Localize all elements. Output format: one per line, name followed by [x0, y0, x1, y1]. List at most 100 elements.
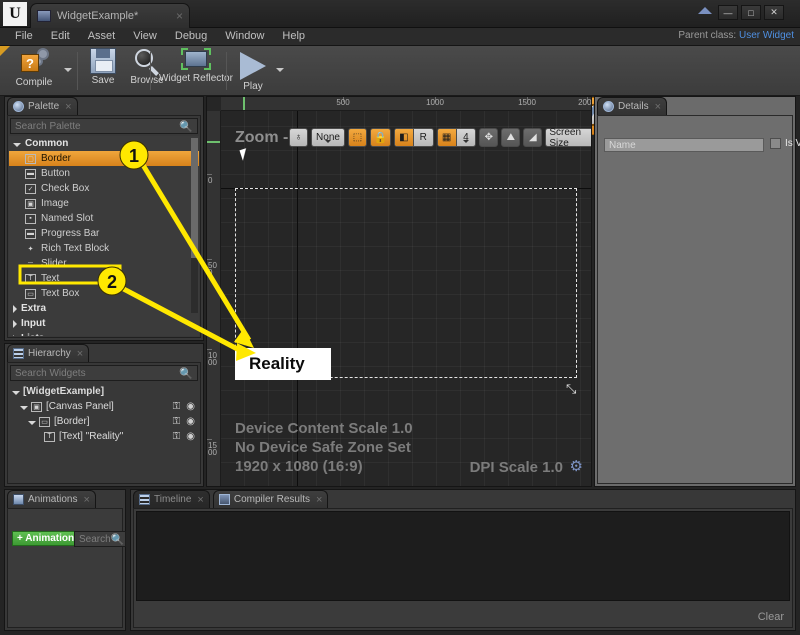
palette-item-rich-text-block[interactable]: ✦ Rich Text Block — [9, 241, 199, 256]
widget-blueprint-icon — [37, 10, 51, 22]
visibility-eye-icon[interactable]: ◉ — [186, 431, 195, 442]
play-icon — [240, 52, 266, 80]
close-window-button[interactable]: ✕ — [764, 5, 784, 20]
ruler-label: 1500 — [518, 98, 536, 107]
chevron-right-icon — [13, 305, 17, 313]
tree-item-text-reality[interactable]: T [Text] "Reality" ⚿ ◉ — [10, 429, 198, 444]
menu-item-file[interactable]: File — [6, 28, 42, 45]
tree-item-label: [Text] "Reality" — [59, 431, 123, 442]
chevron-down-icon — [28, 421, 36, 425]
menu-item-help[interactable]: Help — [273, 28, 314, 45]
localization-group[interactable]: ◧ R — [394, 128, 434, 147]
palette-item-border[interactable]: ▢ Border — [9, 151, 199, 166]
visibility-eye-icon[interactable]: ◉ — [186, 416, 195, 427]
chevron-down-icon — [12, 391, 20, 395]
close-icon[interactable]: × — [176, 9, 183, 23]
menu-item-view[interactable]: View — [124, 28, 166, 45]
lock-icon[interactable]: 🔒 — [370, 128, 391, 147]
is-variable-row[interactable]: Is Varia — [770, 138, 800, 149]
search-widgets-input[interactable]: Search Widgets 🔍 — [10, 365, 198, 381]
tab-hierarchy[interactable]: Hierarchy × — [7, 344, 89, 362]
hierarchy-body: Search Widgets 🔍 [WidgetExample] ▣ [Canv… — [7, 362, 201, 484]
add-animation-button[interactable]: + Animation — [12, 531, 79, 546]
palette-item-progress-bar[interactable]: ▬ Progress Bar — [9, 226, 199, 241]
palette-list[interactable]: Common ▢ Border ▬ Button ✓ Check Box ▣ I… — [9, 136, 199, 336]
screen-size-dropdown[interactable]: Screen Size — [545, 128, 591, 147]
tab-compiler-results[interactable]: Compiler Results × — [213, 490, 329, 508]
close-icon[interactable]: × — [316, 494, 322, 506]
play-button[interactable]: Play — [232, 52, 274, 98]
is-variable-checkbox[interactable] — [770, 138, 781, 149]
text-icon: T — [25, 274, 36, 284]
image-icon[interactable]: ⛰ — [501, 128, 520, 147]
palette-group-lists[interactable]: Lists — [9, 331, 199, 336]
localization-toggle[interactable]: ◧ — [395, 129, 414, 146]
lock-icon[interactable]: ⚿ — [173, 431, 181, 442]
widget-name-input[interactable]: Name — [604, 138, 764, 152]
rtl-toggle[interactable]: R — [414, 129, 433, 146]
compile-button[interactable]: ? Compile — [6, 48, 62, 94]
palette-item-check-box[interactable]: ✓ Check Box — [9, 181, 199, 196]
visibility-eye-icon[interactable]: ◉ — [186, 401, 195, 412]
designer-viewport[interactable]: 500 1000 1500 2000 0 500 1000 1500 ⤡ Rea… — [206, 96, 592, 487]
tree-item-border[interactable]: ▭ [Border] ⚿ ◉ — [10, 414, 198, 429]
canvas-resize-handle[interactable]: ⤡ — [566, 381, 576, 397]
grid-size-value[interactable]: 4 — [457, 129, 476, 146]
close-icon[interactable]: × — [77, 348, 83, 360]
ruler-vertical: 0 500 1000 1500 — [207, 111, 221, 486]
text-widget-reality[interactable]: Reality — [235, 348, 331, 380]
tab-animations[interactable]: Animations × — [7, 490, 96, 508]
lock-icon[interactable]: ⚿ — [173, 401, 181, 412]
menu-item-edit[interactable]: Edit — [42, 28, 79, 45]
maximize-button[interactable]: □ — [741, 5, 761, 20]
palette-group-extra[interactable]: Extra — [9, 301, 199, 316]
close-icon[interactable]: × — [65, 101, 71, 113]
chevron-down-icon — [20, 406, 28, 410]
palette-item-text[interactable]: T Text — [9, 271, 199, 286]
safe-zone-label: No Device Safe Zone Set — [235, 438, 413, 457]
design-canvas[interactable]: ⤡ Reality Zoom -7 ♁ None ⬚ 🔒 ◧ R ▦ 4 — [221, 111, 591, 486]
widget-reflector-icon — [181, 48, 211, 72]
tab-palette[interactable]: Palette × — [7, 97, 78, 115]
play-options-chevron-down-icon[interactable] — [276, 68, 284, 76]
mirror-icon[interactable]: ◢ — [523, 128, 542, 147]
minimize-button[interactable]: — — [718, 5, 738, 20]
search-animations-input[interactable]: Search 🔍 — [74, 531, 126, 547]
palette-group-common[interactable]: Common — [9, 136, 199, 151]
palette-item-button[interactable]: ▬ Button — [9, 166, 199, 181]
details-tab-label: Details — [618, 101, 649, 112]
globe-icon[interactable]: ♁ — [289, 128, 308, 147]
compile-options-chevron-down-icon[interactable] — [64, 68, 72, 76]
compiler-log-area[interactable] — [136, 511, 790, 601]
save-button[interactable]: Save — [82, 48, 124, 94]
grid-group[interactable]: ▦ 4 — [437, 128, 477, 147]
palette-item-text-box[interactable]: ▭ Text Box — [9, 286, 199, 301]
tree-item-widgetexample[interactable]: [WidgetExample] — [10, 384, 198, 399]
search-palette-input[interactable]: Search Palette 🔍 — [10, 118, 198, 134]
close-icon[interactable]: × — [197, 494, 203, 506]
dashed-outline-toggle[interactable]: ⬚ — [348, 128, 367, 147]
clear-button[interactable]: Clear — [758, 611, 784, 623]
palette-item-slider[interactable]: ─ Slider — [9, 256, 199, 271]
menu-item-debug[interactable]: Debug — [166, 28, 216, 45]
close-icon[interactable]: × — [83, 494, 89, 506]
menu-item-window[interactable]: Window — [216, 28, 273, 45]
asset-tab-widgetexample[interactable]: WidgetExample* × — [30, 3, 190, 28]
palette-scrollbar[interactable] — [191, 138, 198, 313]
text-box-icon: ▭ — [25, 289, 36, 299]
tab-details[interactable]: Details × — [597, 97, 667, 115]
fill-rule-dropdown[interactable]: None — [311, 128, 345, 147]
parent-class-link[interactable]: User Widget — [739, 30, 794, 41]
transform-icon[interactable]: ✥ — [479, 128, 498, 147]
chevron-down-icon — [463, 140, 469, 146]
palette-group-input[interactable]: Input — [9, 316, 199, 331]
gear-icon[interactable]: ⚙ — [570, 457, 583, 475]
lock-icon[interactable]: ⚿ — [173, 416, 181, 427]
tree-item-canvas-panel[interactable]: ▣ [Canvas Panel] ⚿ ◉ — [10, 399, 198, 414]
palette-item-image[interactable]: ▣ Image — [9, 196, 199, 211]
grid-snap-toggle[interactable]: ▦ — [438, 129, 457, 146]
palette-item-named-slot[interactable]: ▪ Named Slot — [9, 211, 199, 226]
close-icon[interactable]: × — [655, 101, 661, 113]
tab-timeline[interactable]: Timeline × — [133, 490, 210, 508]
menu-item-asset[interactable]: Asset — [79, 28, 125, 45]
